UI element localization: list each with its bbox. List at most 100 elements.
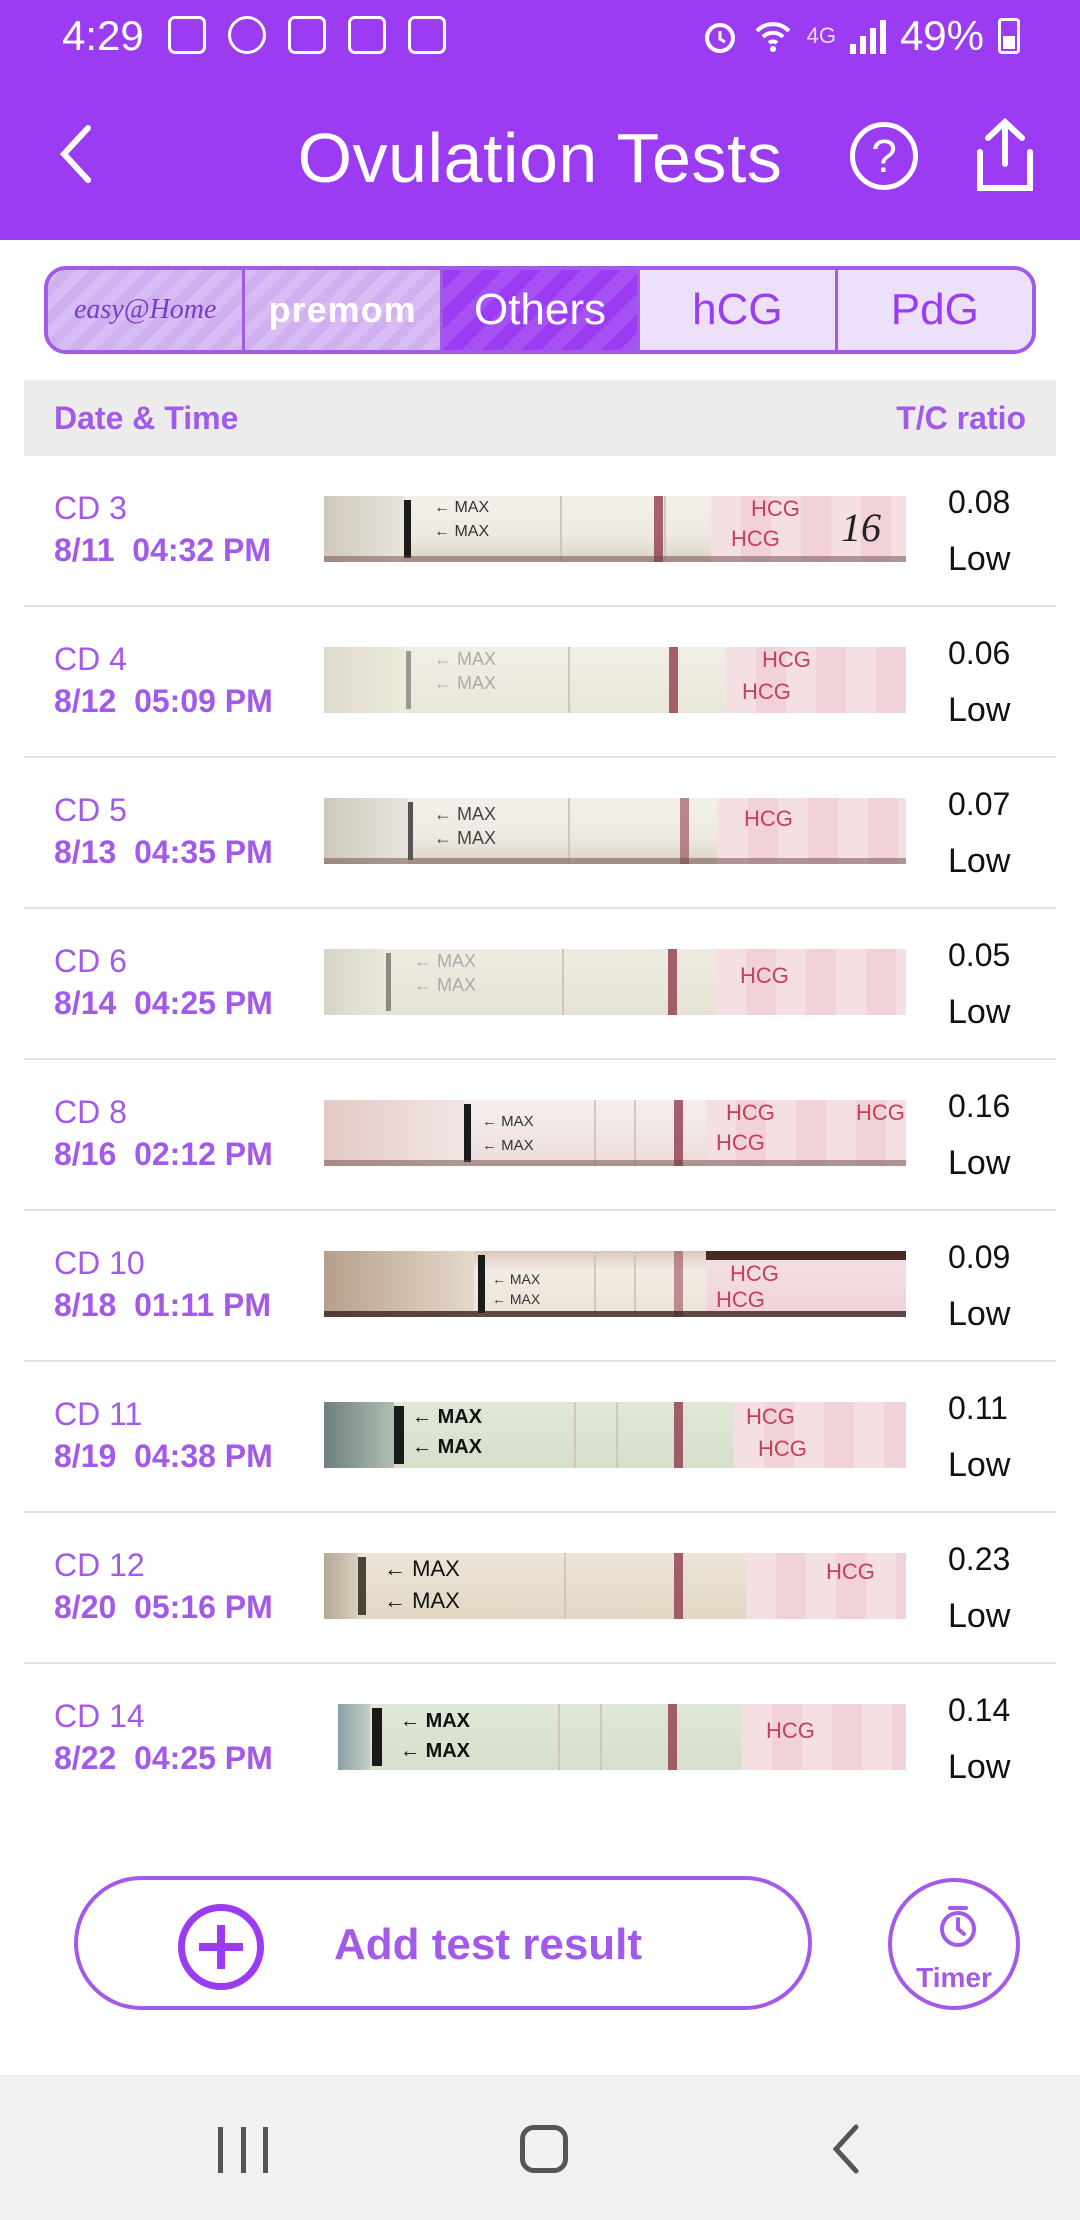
tab-label: easy@Home: [74, 294, 217, 325]
test-time: 04:35 PM: [134, 834, 273, 870]
help-button[interactable]: ?: [850, 122, 918, 190]
brand-text: HCG: [766, 1718, 815, 1743]
test-strip-image: ← MAX ← MAX HCG: [324, 1553, 906, 1619]
test-row[interactable]: CD 3 8/11 04:32 PM ← MAX ← MAX HCG HCG 16 0…: [24, 456, 1056, 607]
column-date-time: Date & Time: [54, 400, 239, 436]
test-datetime: 8/19 04:38 PM: [54, 1438, 273, 1475]
test-strip-image: ← MAX ← MAX HCG HCG: [324, 647, 906, 713]
test-date: 8/18: [54, 1287, 117, 1323]
max-label: MAX: [457, 649, 497, 669]
app-icon: [288, 16, 326, 54]
cycle-day: CD 12: [54, 1547, 145, 1583]
brand-text: HCG: [762, 647, 811, 672]
test-strip-image: ← MAX ← MAX HCG: [324, 949, 906, 1015]
test-row[interactable]: CD 10 8/18 01:11 PM ← MAX ← MAX HCG HCG 0.…: [24, 1211, 1056, 1362]
test-row[interactable]: CD 4 8/12 05:09 PM ← MAX ← MAX HCG HCG 0.0…: [24, 607, 1056, 758]
test-datetime: 8/16 02:12 PM: [54, 1136, 273, 1173]
tab-label: PdG: [890, 285, 979, 334]
cycle-day: CD 14: [54, 1698, 145, 1734]
status-bar: 4:29 4G 49%: [0, 0, 1080, 72]
test-date: 8/20: [54, 1589, 117, 1625]
test-row[interactable]: CD 5 8/13 04:35 PM ← MAX ← MAX HCG 0.07 L…: [24, 758, 1056, 909]
max-label: MAX: [454, 523, 490, 540]
lh-level: Low: [948, 691, 1011, 729]
column-tc-ratio: T/C ratio: [896, 400, 1026, 436]
tab-pdg[interactable]: PdG: [837, 270, 1032, 350]
share-icon: [977, 117, 1033, 191]
signal-icon: [849, 18, 886, 54]
brand-text: HCG: [856, 1100, 905, 1125]
brand-text: HCG: [742, 679, 791, 704]
recent-apps-button[interactable]: [218, 2127, 268, 2173]
brand-text: HCG: [746, 1404, 795, 1429]
lh-level: Low: [948, 1144, 1011, 1182]
share-button[interactable]: [972, 116, 1038, 196]
test-row[interactable]: CD 12 8/20 05:16 PM ← MAX ← MAX HCG 0.23 …: [24, 1513, 1056, 1664]
test-strip-image: ← MAX ← MAX HCG HCG 16: [324, 496, 906, 562]
page-title: Ovulation Tests: [297, 119, 783, 197]
max-label: MAX: [425, 1740, 471, 1762]
brand-text: HCG: [740, 963, 789, 988]
brand-text: HCG: [826, 1559, 875, 1584]
wifi-icon: [755, 22, 791, 52]
brand-text: HCG: [731, 526, 780, 551]
question-icon: ?: [871, 130, 897, 182]
tab-label: premom: [268, 289, 417, 330]
system-back-button[interactable]: [826, 2121, 866, 2177]
test-row[interactable]: CD 6 8/14 04:25 PM ← MAX ← MAX HCG 0.05 L…: [24, 909, 1056, 1060]
app-root: 4:29 4G 49% Ovulation Tests ? easy@Home: [0, 0, 1080, 2220]
tab-label: hCG: [692, 285, 783, 334]
max-label: MAX: [425, 1710, 471, 1732]
brand-text: HCG: [730, 1261, 779, 1286]
system-nav-bar: [0, 2075, 1080, 2220]
tc-ratio: 0.08: [948, 484, 1011, 520]
cycle-day: CD 3: [54, 490, 127, 526]
test-row[interactable]: CD 14 8/22 04:25 PM ← MAX ← MAX HCG 0.14 …: [24, 1664, 1056, 1815]
test-strip-image: ← MAX ← MAX HCG HCG: [324, 1402, 906, 1468]
max-label: MAX: [412, 1588, 460, 1613]
max-label: MAX: [437, 1406, 483, 1428]
add-test-result-label: Add test result: [334, 1920, 643, 1969]
battery-icon: [998, 18, 1020, 54]
max-label: MAX: [501, 1113, 534, 1130]
test-time: 04:25 PM: [134, 985, 273, 1021]
timer-button[interactable]: Timer: [888, 1878, 1020, 2010]
max-label: MAX: [457, 804, 497, 824]
lh-level: Low: [948, 993, 1011, 1031]
test-strip-image: ← MAX ← MAX HCG: [338, 1704, 906, 1770]
test-time: 05:16 PM: [134, 1589, 273, 1625]
tab-easyhome[interactable]: easy@Home: [48, 270, 246, 350]
tab-label: Others: [473, 285, 607, 334]
cycle-day: CD 8: [54, 1094, 127, 1130]
test-datetime: 8/13 04:35 PM: [54, 834, 273, 871]
lh-level: Low: [948, 1295, 1011, 1333]
test-strip-image: ← MAX ← MAX HCG HCG: [324, 1251, 906, 1317]
timer-label: Timer: [916, 1962, 992, 1993]
test-time: 01:11 PM: [134, 1287, 272, 1323]
tc-ratio: 0.06: [948, 635, 1011, 671]
test-datetime: 8/12 05:09 PM: [54, 683, 273, 720]
status-time: 4:29: [62, 12, 144, 59]
test-time: 04:32 PM: [132, 532, 272, 568]
tab-others[interactable]: Others: [442, 270, 641, 350]
tc-ratio: 0.07: [948, 786, 1011, 822]
add-test-result-button[interactable]: Add test result: [74, 1876, 812, 2010]
test-row[interactable]: CD 11 8/19 04:38 PM ← MAX ← MAX HCG HCG 0.…: [24, 1362, 1056, 1513]
max-label: MAX: [454, 499, 490, 516]
test-row[interactable]: CD 8 8/16 02:12 PM ← MAX ← MAX HCG HCG HCG …: [24, 1060, 1056, 1211]
test-time: 02:12 PM: [134, 1136, 273, 1172]
tc-ratio: 0.16: [948, 1088, 1011, 1124]
sync-icon: [408, 16, 446, 54]
max-label: MAX: [457, 828, 497, 848]
test-strip-image: ← MAX ← MAX HCG HCG HCG: [324, 1100, 906, 1166]
cycle-day: CD 11: [54, 1396, 143, 1432]
test-datetime: 8/22 04:25 PM: [54, 1740, 273, 1777]
lh-level: Low: [948, 842, 1011, 880]
tab-premom[interactable]: premom: [245, 270, 443, 350]
home-button[interactable]: [520, 2125, 568, 2173]
max-label: MAX: [412, 1556, 460, 1581]
test-time: 04:25 PM: [134, 1740, 273, 1776]
test-date: 8/19: [54, 1438, 117, 1474]
news-icon: [168, 16, 206, 54]
tab-hcg[interactable]: hCG: [640, 270, 838, 350]
